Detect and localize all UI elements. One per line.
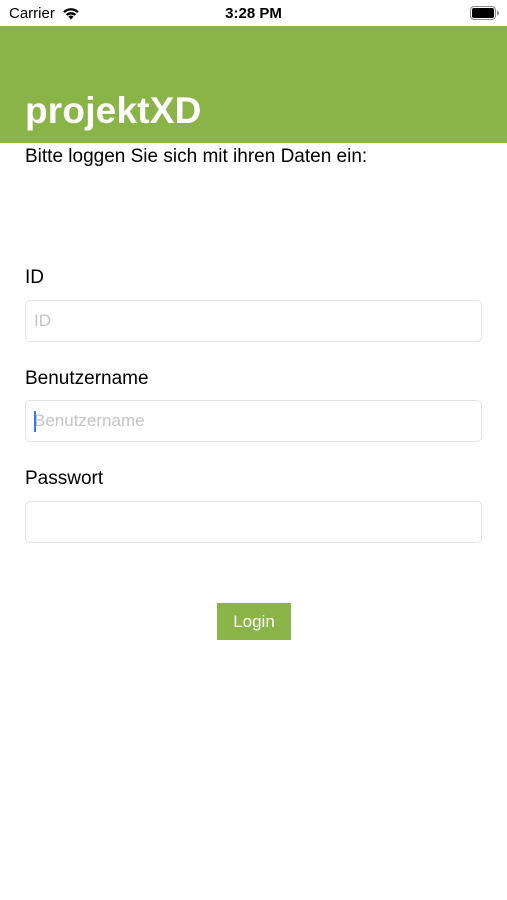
status-time: 3:28 PM (225, 5, 282, 22)
id-input[interactable] (25, 300, 482, 342)
password-input[interactable] (25, 501, 482, 543)
id-label: ID (25, 267, 44, 288)
login-button[interactable]: Login (217, 603, 291, 640)
text-cursor (34, 411, 36, 432)
app-header: projektXD (0, 26, 507, 143)
login-instructions: Bitte loggen Sie sich mit ihren Daten ei… (25, 146, 368, 167)
password-label: Passwort (25, 468, 104, 489)
username-label: Benutzername (25, 368, 149, 389)
status-bar: Carrier 3:28 PM (0, 0, 507, 26)
username-input[interactable] (25, 400, 482, 442)
battery-icon (470, 6, 500, 20)
app-title: projektXD (25, 90, 202, 131)
